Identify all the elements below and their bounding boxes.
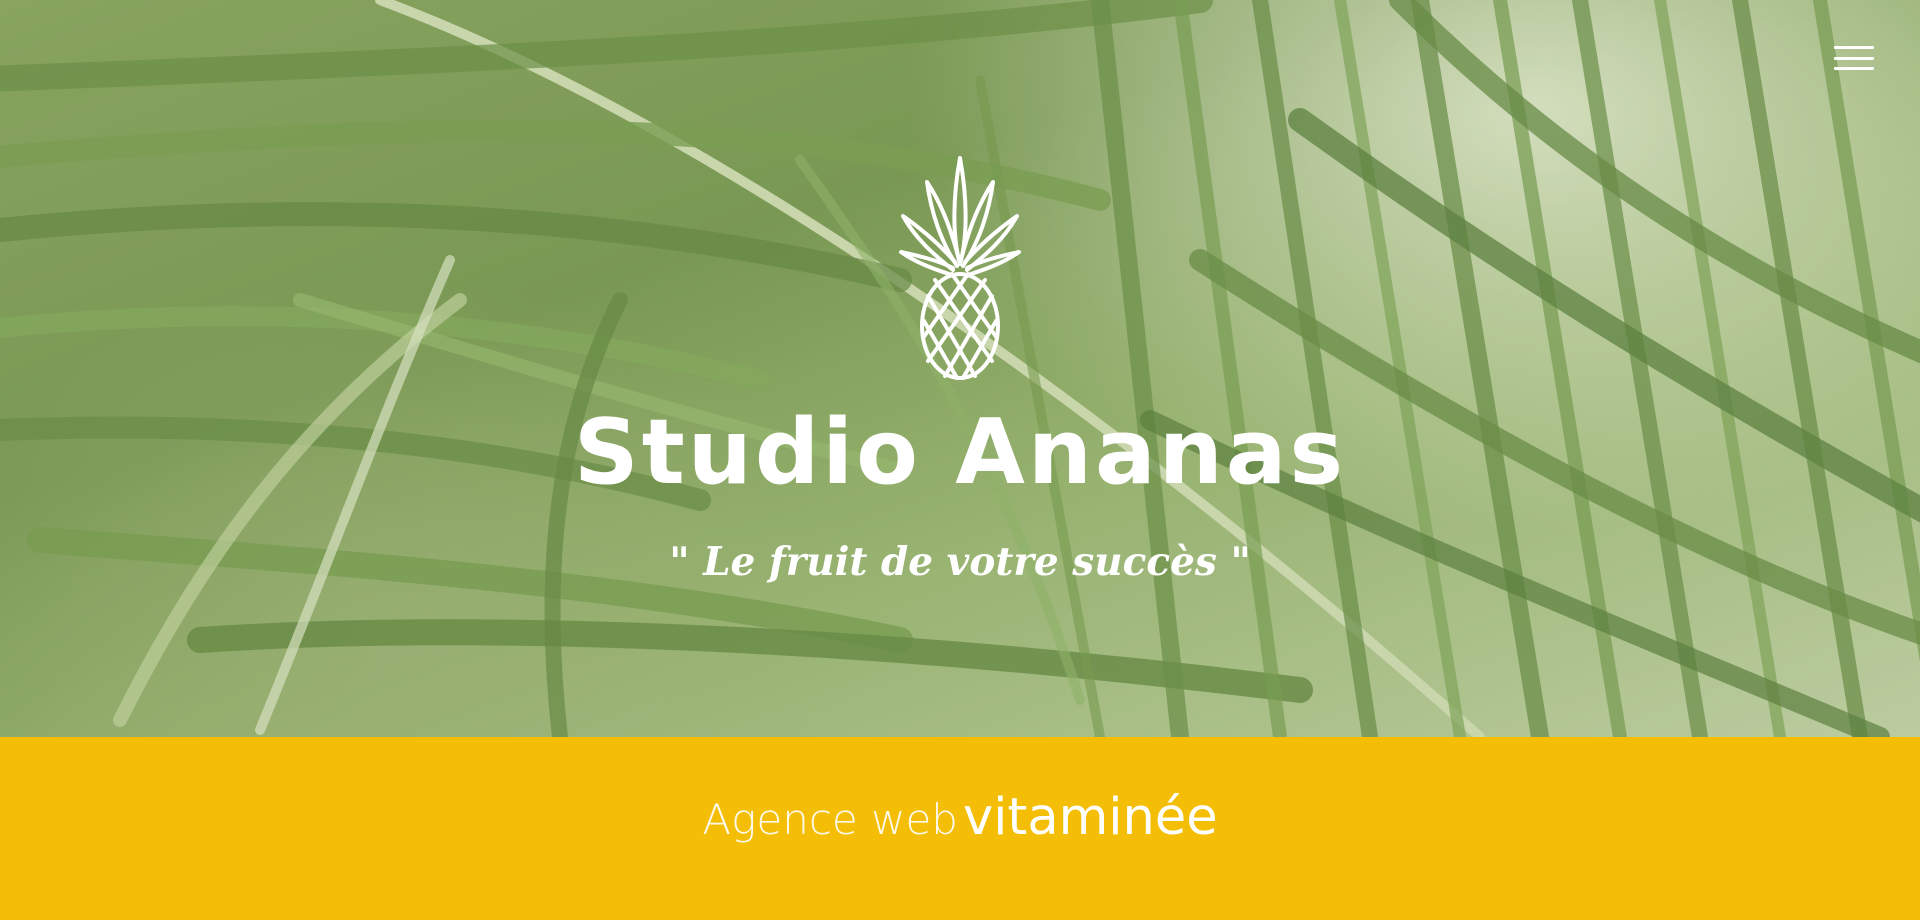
site-title: Studio Ananas: [573, 400, 1347, 505]
menu-bar: [1834, 56, 1874, 60]
hero-section: Studio Ananas " Le fruit de votre succès…: [0, 0, 1920, 737]
menu-bar: [1834, 46, 1874, 49]
hamburger-menu-icon[interactable]: [1834, 44, 1874, 72]
agency-headline-strong: vitaminée: [963, 788, 1218, 847]
agency-headline-light: Agence web: [702, 795, 958, 844]
agency-headline: Agence web vitaminée: [0, 788, 1920, 859]
pineapple-icon: [899, 156, 1021, 380]
tagline: " Le fruit de votre succès ": [669, 539, 1251, 585]
menu-bar: [1834, 67, 1874, 70]
